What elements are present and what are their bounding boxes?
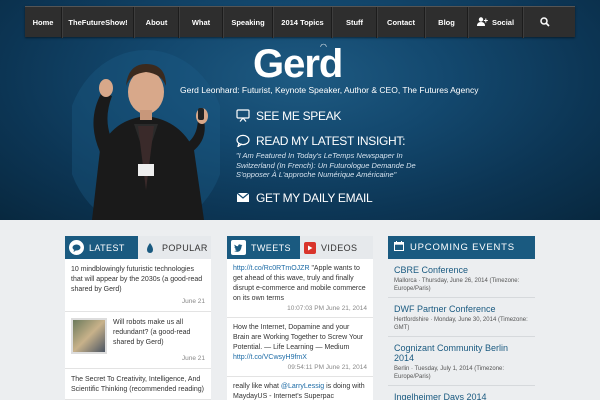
tab-popular[interactable]: POPULAR — [138, 236, 211, 259]
event-item: CBRE Conference Mallorca · Thursday, Jun… — [388, 259, 535, 298]
speech-bubble-icon — [235, 133, 250, 148]
nav-blog[interactable]: Blog — [425, 7, 468, 38]
posts-widget: LATEST POPULAR 10 mindblowingly futurist… — [65, 236, 211, 400]
presentation-icon — [235, 108, 250, 123]
daily-email-label: GET MY DAILY EMAIL — [256, 190, 373, 205]
event-title-link[interactable]: Ingelheimer Days 2014 — [394, 392, 529, 400]
daily-email-link[interactable]: GET MY DAILY EMAIL — [235, 190, 373, 205]
event-item: Cognizant Community Berlin 2014 Berlin ·… — [388, 337, 535, 386]
nav-label: 2014 Topics — [281, 18, 324, 27]
event-meta: Hertfordshire · Monday, June 30, 2014 (T… — [394, 317, 528, 331]
nav-contact[interactable]: Contact — [377, 7, 425, 38]
nav-label: Social — [491, 18, 515, 27]
nav-label: Blog — [438, 18, 455, 27]
events-widget: UPCOMING EVENTS CBRE Conference Mallorca… — [388, 236, 535, 400]
envelope-icon — [235, 190, 250, 205]
posts-tabs: LATEST POPULAR — [65, 236, 211, 259]
content-area: LATEST POPULAR 10 mindblowingly futurist… — [0, 220, 600, 400]
nav-label: TheFutureShow! — [68, 18, 128, 27]
nav-label: Contact — [387, 18, 415, 27]
nav-search[interactable] — [523, 7, 565, 38]
nav-2014-topics[interactable]: 2014 Topics — [273, 7, 332, 38]
see-me-speak-link[interactable]: SEE ME SPEAK — [235, 108, 341, 123]
list-item[interactable]: The Secret To Creativity, Intelligence, … — [65, 369, 211, 400]
tweet-text: really like what — [233, 383, 281, 390]
speaker-photo — [72, 50, 220, 220]
nav-label: What — [191, 18, 211, 27]
tab-tweets-label: TWEETS — [251, 242, 291, 253]
tweet-date[interactable]: 10:07:03 PM June 21, 2014 — [233, 304, 367, 314]
tweets-tabs: TWEETS VIDEOS — [227, 236, 373, 259]
tweet-date[interactable]: 09:54:11 PM June 21, 2014 — [233, 363, 367, 373]
post-date: June 21 — [181, 355, 205, 362]
signal-icon: ◠ — [320, 42, 327, 51]
tab-latest[interactable]: LATEST — [65, 236, 138, 259]
tab-latest-label: LATEST — [89, 242, 125, 253]
youtube-icon — [304, 241, 316, 254]
event-title-link[interactable]: Cognizant Community Berlin 2014 — [394, 343, 529, 363]
events-header: UPCOMING EVENTS — [388, 236, 535, 259]
tweet-item: How the Internet, Dopamine and your Brai… — [227, 318, 373, 377]
nav-thefutureshow[interactable]: TheFutureShow! — [62, 7, 134, 38]
post-title[interactable]: The Secret To Creativity, Intelligence, … — [71, 375, 205, 395]
user-plus-icon — [476, 17, 488, 28]
tweet-mention-link[interactable]: @LarryLessig — [281, 383, 324, 390]
main-nav: Home TheFutureShow! About What Speaking … — [25, 6, 575, 38]
tweet-item: http://t.co/Rc0RTmOJZR "Apple wants to g… — [227, 259, 373, 318]
nav-label: Stuff — [345, 18, 364, 27]
search-icon — [539, 16, 550, 29]
tweets-widget: TWEETS VIDEOS http://t.co/Rc0RTmOJZR "Ap… — [227, 236, 373, 400]
hero-tagline: Gerd Leonhard: Futurist, Keynote Speaker… — [180, 85, 479, 95]
nav-about[interactable]: About — [134, 7, 179, 38]
gerd-logo[interactable]: Gerd — [253, 42, 343, 87]
tweet-text: How the Internet, Dopamine and your Brai… — [233, 324, 364, 351]
see-me-speak-label: SEE ME SPEAK — [256, 108, 342, 123]
read-insight-link[interactable]: READ MY LATEST INSIGHT: — [235, 133, 405, 148]
tab-videos-label: VIDEOS — [321, 242, 358, 253]
event-item: Ingelheimer Days 2014 — [388, 386, 535, 400]
tweet-link[interactable]: http://t.co/VCwsyH9fmX — [233, 354, 307, 361]
event-meta: Mallorca · Thursday, June 26, 2014 (Time… — [394, 278, 520, 292]
post-title[interactable]: 10 mindblowingly futuristic technologies… — [71, 265, 205, 295]
post-thumbnail[interactable] — [71, 318, 107, 354]
twitter-icon — [231, 240, 246, 255]
flame-icon — [142, 240, 157, 255]
list-item[interactable]: Will robots make us all redundant? (a go… — [65, 312, 211, 369]
nav-label: About — [145, 18, 168, 27]
nav-stuff[interactable]: Stuff — [332, 7, 377, 38]
tab-tweets[interactable]: TWEETS — [227, 236, 300, 259]
nav-what[interactable]: What — [179, 7, 223, 38]
latest-insight-quote[interactable]: "I Am Featured In Today's LeTemps Newspa… — [236, 151, 434, 180]
event-meta: Berlin · Tuesday, July 1, 2014 (Timezone… — [394, 366, 505, 380]
nav-label: Home — [32, 18, 54, 27]
list-item[interactable]: 10 mindblowingly futuristic technologies… — [65, 259, 211, 312]
nav-home[interactable]: Home — [25, 7, 62, 38]
tab-popular-label: POPULAR — [162, 242, 208, 253]
event-item: DWF Partner Conference Hertfordshire · M… — [388, 298, 535, 337]
calendar-icon — [394, 241, 404, 254]
speech-bubble-icon — [69, 240, 84, 255]
tab-videos[interactable]: VIDEOS — [300, 236, 373, 259]
nav-label: Speaking — [231, 18, 265, 27]
tweet-link[interactable]: http://t.co/Rc0RTmOJZR — [233, 265, 310, 272]
tweet-item: really like what @LarryLessig is doing w… — [227, 377, 373, 400]
events-title: UPCOMING EVENTS — [410, 242, 515, 253]
nav-speaking[interactable]: Speaking — [223, 7, 273, 38]
post-date: June 21 — [181, 298, 205, 305]
event-title-link[interactable]: CBRE Conference — [394, 265, 529, 275]
read-insight-label: READ MY LATEST INSIGHT: — [256, 133, 406, 148]
event-title-link[interactable]: DWF Partner Conference — [394, 304, 529, 314]
nav-social[interactable]: Social — [468, 7, 523, 38]
